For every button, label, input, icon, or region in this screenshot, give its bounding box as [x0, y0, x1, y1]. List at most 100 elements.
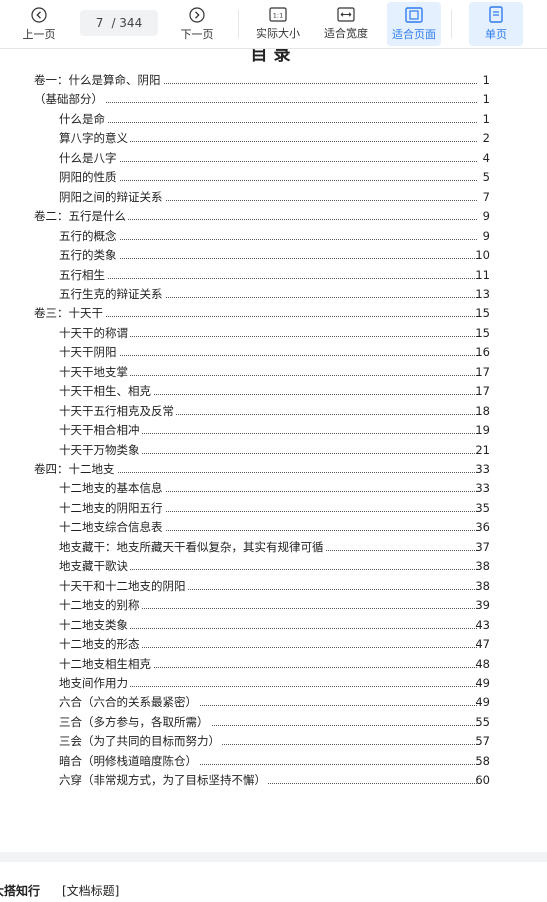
toc-entry[interactable]: 阴阳之间的辩证关系 7: [0, 187, 547, 207]
toc-entry-label: 卷二：五行是什么: [34, 207, 128, 227]
prev-page-label: 上一页: [22, 27, 56, 41]
toc-entry[interactable]: 地支间作用力 49: [0, 673, 547, 693]
toc-entry-page: 9: [482, 228, 490, 243]
toc-entry-page: 55: [475, 714, 490, 729]
toc-entry-page: 48: [475, 656, 490, 671]
toc-entry[interactable]: 十天干的称谓 15: [0, 323, 547, 343]
toc-entry-page: 1: [482, 111, 490, 126]
toc-entry[interactable]: 卷一：什么是算命、阴阳 1: [0, 71, 547, 90]
toc-entry-label: 十二地支的基本信息: [59, 479, 165, 499]
toc-entry[interactable]: 十天干地支掌 17: [0, 362, 547, 382]
header-brand: 大搭知行: [0, 884, 41, 898]
toc-dot-leader: [59, 277, 477, 279]
toc-entry-page: 57: [475, 734, 490, 749]
document-page: 目录 卷一：什么是算命、阴阳 1 （基础部分） 1 什么是命 1 算八字的意义 2 什么是八字 4…: [0, 48, 547, 852]
toc-entry[interactable]: 六穿（非常规方式，为了目标坚持不懈） 60: [0, 771, 547, 791]
page-number-box[interactable]: 7 / 344: [80, 10, 158, 36]
toc-entry-label: 三会（为了共同的目标而努力）: [59, 732, 222, 752]
toc-entry[interactable]: 十天干万物类象 21: [0, 440, 547, 460]
toc-entry[interactable]: 十二地支的形态 47: [0, 635, 547, 655]
toc-entry-label: 算八字的意义: [59, 129, 130, 149]
svg-text:1:1: 1:1: [273, 12, 283, 20]
toc-entry-page: 18: [475, 403, 490, 418]
current-page-input[interactable]: 7: [96, 16, 104, 30]
fit-page-button[interactable]: 适合页面: [387, 2, 441, 46]
toc-entry-label: 什么是命: [59, 109, 107, 129]
toc-entry[interactable]: 什么是命 1: [0, 109, 547, 129]
page-gap: [0, 852, 547, 862]
next-page-button[interactable]: 下一页: [172, 0, 222, 48]
toolbar-divider: [238, 10, 239, 38]
toc-entry[interactable]: 什么是八字 4: [0, 148, 547, 168]
toc-entry[interactable]: 六合（六合的关系最紧密） 49: [0, 693, 547, 713]
toc-entry-label: 十二地支类象: [59, 615, 130, 635]
toc-entry-page: 60: [475, 773, 490, 788]
viewer-toolbar: 上一页 7 / 344 下一页 1:1 实际大小 适合宽度 适合页面 单页: [0, 0, 547, 49]
actual-size-button[interactable]: 1:1 实际大小: [248, 0, 308, 48]
toc-entry[interactable]: 五行的概念 9: [0, 226, 547, 246]
toc-entry-page: 17: [475, 384, 490, 399]
actual-size-label: 实际大小: [256, 27, 300, 40]
chevron-left-circle-icon: [31, 6, 47, 23]
toc-entry-label: 十天干阴阳: [59, 343, 119, 363]
toc-entry-page: 47: [475, 637, 490, 652]
toc-entry-page: 15: [475, 306, 490, 321]
toc-entry-page: 2: [482, 131, 490, 146]
toc-entry[interactable]: 十二地支综合信息表 36: [0, 518, 547, 538]
toc-dot-leader: [59, 355, 477, 357]
toc-entry-page: 5: [482, 170, 490, 185]
toc-entry-label: 十天干五行相克及反常: [59, 401, 176, 421]
header-doc-title: [文档标题]: [62, 884, 120, 898]
toc-entry-page: 9: [482, 209, 490, 224]
toc-entry-page: 15: [475, 325, 490, 340]
toc-entry[interactable]: 五行的类象 10: [0, 246, 547, 266]
single-page-label: 单页: [485, 28, 507, 41]
toc-entry-page: 58: [475, 753, 490, 768]
toc-entry-label: 十二地支的阴阳五行: [59, 498, 165, 518]
toc-entry-label: 六穿（非常规方式，为了目标坚持不懈）: [59, 771, 268, 791]
single-page-button[interactable]: 单页: [469, 2, 523, 46]
toc-entry[interactable]: 暗合（明修栈道暗度陈仓） 58: [0, 751, 547, 771]
toc-entry[interactable]: 十二地支相生相克 48: [0, 654, 547, 674]
toc-entry[interactable]: 十二地支的别称 39: [0, 596, 547, 616]
toc-entry-label: 地支藏干歌诀: [59, 557, 130, 577]
toc-entry-label: 什么是八字: [59, 148, 119, 168]
toc-entry-label: 阴阳的性质: [59, 168, 119, 188]
toc-entry[interactable]: 十天干和十二地支的阴阳 38: [0, 576, 547, 596]
toc-entry-label: 十天干相合相冲: [59, 421, 142, 441]
toc-entry-page: 39: [475, 598, 490, 613]
toc-entry[interactable]: 地支藏干歌诀 38: [0, 557, 547, 577]
toc-entry[interactable]: 十二地支类象 43: [0, 615, 547, 635]
toc-entry-label: 五行生克的辩证关系: [59, 284, 165, 304]
toc-entry-page: 10: [475, 248, 490, 263]
toc-entry[interactable]: 阴阳的性质 5: [0, 168, 547, 188]
toc-entry[interactable]: （基础部分） 1: [0, 90, 547, 110]
toc-entry-label: 三合（多方参与，各取所需）: [59, 712, 211, 732]
toc-entry[interactable]: 十二地支的阴阳五行 35: [0, 498, 547, 518]
next-page-label: 下一页: [180, 27, 214, 41]
toc-dot-leader: [59, 238, 477, 240]
fit-width-button[interactable]: 适合宽度: [316, 0, 376, 48]
toc-entry[interactable]: 卷二：五行是什么 9: [0, 207, 547, 227]
toc-entry-page: 17: [475, 364, 490, 379]
toc-entry[interactable]: 五行生克的辩证关系 13: [0, 284, 547, 304]
toc-entry[interactable]: 三合（多方参与，各取所需） 55: [0, 712, 547, 732]
toc-entry-label: 十二地支综合信息表: [59, 518, 165, 538]
single-page-icon: [489, 6, 503, 23]
toc-entry[interactable]: 十天干五行相克及反常 18: [0, 401, 547, 421]
toc-entry[interactable]: 三会（为了共同的目标而努力） 57: [0, 732, 547, 752]
toc-entry[interactable]: 算八字的意义 2: [0, 129, 547, 149]
toc-entry[interactable]: 五行相生 11: [0, 265, 547, 285]
toc-entry[interactable]: 十天干阴阳 16: [0, 343, 547, 363]
toc-entry[interactable]: 卷三：十天干 15: [0, 304, 547, 324]
toc-entry-label: 六合（六合的关系最紧密）: [59, 693, 199, 713]
toc-entry[interactable]: 十二地支的基本信息 33: [0, 479, 547, 499]
prev-page-button[interactable]: 上一页: [14, 0, 64, 48]
toc-entry[interactable]: 十天干相合相冲 19: [0, 421, 547, 441]
toc-title: 目录: [250, 48, 297, 65]
toc-entry-page: 19: [475, 423, 490, 438]
toc-entry-page: 21: [475, 442, 490, 457]
toc-entry[interactable]: 十天干相生、相克 17: [0, 382, 547, 402]
toc-entry[interactable]: 卷四：十二地支 33: [0, 460, 547, 479]
toc-entry[interactable]: 地支藏干：地支所藏天干看似复杂，其实有规律可循 37: [0, 537, 547, 557]
